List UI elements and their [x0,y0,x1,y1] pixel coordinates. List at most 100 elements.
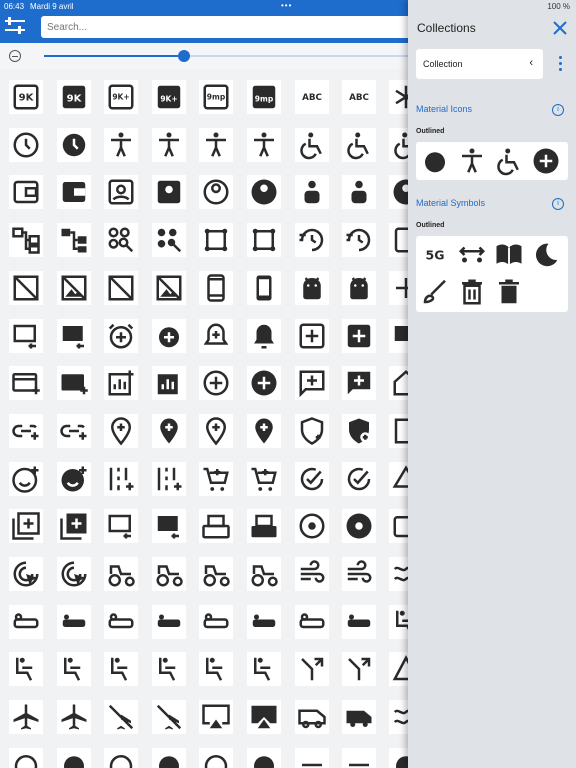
icon-tile[interactable] [247,413,281,448]
icon-tile[interactable] [199,318,233,353]
icon-tile[interactable] [104,223,138,258]
delete-outline-icon[interactable] [457,277,487,307]
icon-tile[interactable]: 9K [57,80,91,114]
icon-tile[interactable] [104,509,138,544]
icon-tile[interactable] [57,223,91,258]
icon-tile[interactable] [342,175,376,210]
info-icon[interactable]: i [552,198,564,210]
icon-tile[interactable] [152,652,186,687]
icon-tile[interactable] [389,80,408,114]
icon-tile[interactable] [152,413,186,448]
icon-tile[interactable] [9,652,43,687]
icon-tile[interactable] [104,652,138,687]
accessible-forward-icon[interactable] [494,146,524,176]
icon-tile[interactable] [104,557,138,591]
slider-thumb[interactable] [178,50,190,62]
icon-tile[interactable] [295,318,329,353]
icon-tile[interactable] [57,175,91,210]
icon-tile[interactable] [247,461,281,496]
icon-tile[interactable] [389,270,408,305]
icon-tile[interactable] [389,461,408,496]
icon-tile[interactable] [9,557,43,591]
icon-tile[interactable] [199,223,233,258]
icon-tile[interactable] [295,652,329,687]
icon-tile[interactable] [342,366,376,401]
icon-tile[interactable] [342,413,376,448]
slider-track-filled[interactable] [44,55,184,57]
icon-tile[interactable] [342,270,376,305]
icon-tile[interactable] [104,413,138,448]
icon-tile[interactable] [57,557,91,591]
icon-tile[interactable] [199,366,233,401]
icon-tile[interactable] [104,747,138,768]
chevron-left-icon[interactable]: ‹ [529,57,533,69]
accessibility-icon[interactable] [457,146,487,176]
icon-tile[interactable] [342,461,376,496]
icon-tile[interactable] [9,413,43,448]
icon-tile[interactable] [389,700,408,735]
icon-tile[interactable] [295,270,329,305]
icon-tile[interactable] [199,700,233,735]
add-circle-icon[interactable] [531,146,561,176]
icon-tile[interactable] [57,461,91,496]
icon-tile[interactable] [199,270,233,305]
section-title-material-symbols[interactable]: Material Symbols [416,198,485,208]
icon-tile[interactable] [247,318,281,353]
menu-book-icon[interactable] [494,240,524,270]
icon-tile[interactable] [295,127,329,162]
icon-tile[interactable]: ABC [342,80,376,114]
icon-tile[interactable] [247,557,281,591]
icon-tile[interactable] [247,652,281,687]
icon-tile[interactable] [152,604,186,639]
icon-tile[interactable] [389,413,408,448]
icon-tile[interactable] [152,175,186,210]
icon-tile[interactable]: ABC [295,80,329,114]
icon-tile[interactable] [57,318,91,353]
icon-tile[interactable] [199,557,233,591]
icon-tile[interactable] [295,700,329,735]
icon-tile[interactable] [342,604,376,639]
icon-tile[interactable] [389,604,408,639]
icon-tile[interactable] [104,318,138,353]
icon-tile[interactable] [247,366,281,401]
icon-tile[interactable] [389,509,408,544]
icon-tile[interactable] [247,270,281,305]
icon-tile[interactable] [57,652,91,687]
icon-tile[interactable] [199,461,233,496]
slider-track[interactable] [184,55,408,57]
icon-tile[interactable] [389,223,408,258]
icon-tile[interactable] [9,175,43,210]
icon-tile[interactable]: 9K+ [104,80,138,114]
icon-tile[interactable] [342,509,376,544]
icon-tile[interactable] [104,604,138,639]
icon-tile[interactable] [9,461,43,496]
zoom-out-icon[interactable] [9,50,21,62]
icon-tile[interactable] [295,509,329,544]
icon-tile[interactable] [152,366,186,401]
icon-tile[interactable] [199,604,233,639]
icon-tile[interactable] [57,604,91,639]
icon-tile[interactable] [152,509,186,544]
icon-tile[interactable] [9,270,43,305]
icon-tile[interactable] [247,175,281,210]
icon-tile[interactable] [342,318,376,353]
icon-tile[interactable] [57,366,91,401]
icon-tile[interactable] [57,747,91,768]
icon-tile[interactable] [295,223,329,258]
icon-tile[interactable] [389,652,408,687]
icon-tile[interactable] [247,700,281,735]
icon-tile[interactable] [199,509,233,544]
icon-tile[interactable] [104,175,138,210]
icon-tile[interactable] [57,700,91,735]
close-icon[interactable] [552,20,568,36]
icon-tile[interactable] [389,175,408,210]
icon-tile[interactable] [104,366,138,401]
icon-tile[interactable] [104,127,138,162]
icon-tile[interactable] [389,127,408,162]
icon-tile[interactable]: 9K [9,80,43,114]
icon-tile[interactable] [295,413,329,448]
info-icon[interactable]: i [552,104,564,116]
icon-tile[interactable] [152,223,186,258]
icon-tile[interactable] [389,557,408,591]
section-title-material-icons[interactable]: Material Icons [416,104,472,114]
